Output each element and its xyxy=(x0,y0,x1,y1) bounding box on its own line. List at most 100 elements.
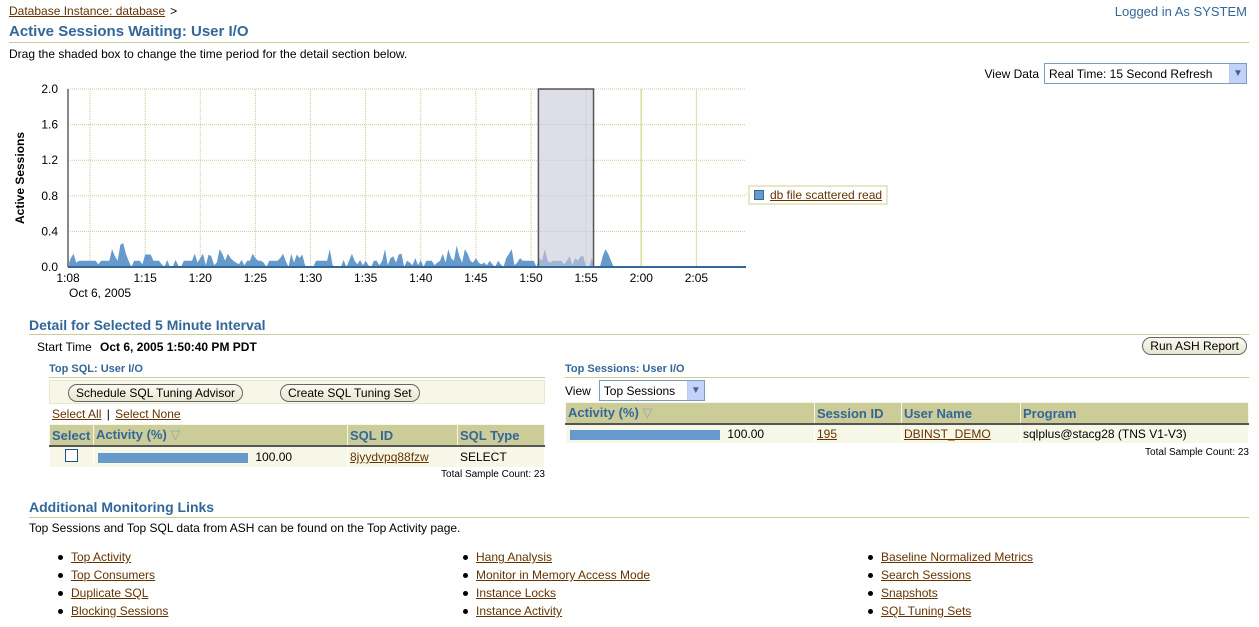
select-links-separator: | xyxy=(106,407,110,421)
top-consumers-link[interactable]: Top Consumers xyxy=(71,568,155,582)
detail-heading: Detail for Selected 5 Minute Interval xyxy=(29,317,266,333)
title-divider xyxy=(9,42,1249,43)
program-cell: sqlplus@stacg28 (TNS V1-V3) xyxy=(1020,423,1249,444)
chart-grid xyxy=(68,88,746,267)
legend-db-file-scattered-read-link[interactable]: db file scattered read xyxy=(770,188,882,202)
y-tick-label: 2.0 xyxy=(41,82,58,96)
x-tick-label: 1:08 xyxy=(56,271,80,285)
col-sql-id[interactable]: SQL ID xyxy=(347,424,458,447)
hang-analysis-link[interactable]: Hang Analysis xyxy=(476,550,552,564)
detail-divider xyxy=(29,334,1249,335)
sort-descending-icon: ▽ xyxy=(170,427,181,442)
y-tick-label: 0.4 xyxy=(41,224,58,238)
x-tick-label: 2:00 xyxy=(630,271,654,285)
time-selection-box[interactable] xyxy=(537,88,595,268)
chart-selection xyxy=(537,88,595,268)
activity-cell: 100.00 xyxy=(565,423,815,444)
area-db-file-scattered-read xyxy=(68,243,711,267)
col-activity[interactable]: Activity (%) ▽ xyxy=(565,402,815,425)
top-sessions-heading: Top Sessions: User I/O xyxy=(565,363,685,375)
sql-tuning-sets-link[interactable]: SQL Tuning Sets xyxy=(881,604,971,618)
session-id-link[interactable]: 195 xyxy=(817,427,837,441)
top-sessions-view-select[interactable]: Top Sessions ▼ xyxy=(598,380,705,401)
start-time: Start Time Oct 6, 2005 1:50:40 PM PDT xyxy=(37,340,257,354)
bullet-icon xyxy=(868,572,873,578)
page-title: Active Sessions Waiting: User I/O xyxy=(9,23,249,40)
user-name-cell: DBINST_DEMO xyxy=(901,423,1021,444)
baseline-normalized-metrics-link[interactable]: Baseline Normalized Metrics xyxy=(881,550,1033,564)
chart-axes xyxy=(67,89,752,268)
blocking-sessions-link[interactable]: Blocking Sessions xyxy=(71,604,168,618)
top-sql-toolbar: Schedule SQL Tuning Advisor Create SQL T… xyxy=(49,380,545,404)
x-tick-label: 1:45 xyxy=(464,271,488,285)
top-sessions-header-row: Activity (%) ▽ Session ID User Name Prog… xyxy=(565,402,1249,425)
list-item: Duplicate SQL xyxy=(58,584,168,602)
list-item: Search Sessions xyxy=(868,566,1033,584)
schedule-sql-tuning-advisor-button[interactable]: Schedule SQL Tuning Advisor xyxy=(68,384,243,402)
view-selected: Top Sessions xyxy=(603,383,676,398)
select-all-link[interactable]: Select All xyxy=(52,407,101,421)
activity-bar xyxy=(98,452,248,463)
top-sql-table: Select Activity (%) ▽ SQL ID SQL Type 10… xyxy=(49,424,545,468)
x-tick-label: 1:30 xyxy=(299,271,323,285)
duplicate-sql-link[interactable]: Duplicate SQL xyxy=(71,586,148,600)
chart-legend: db file scattered read xyxy=(748,185,889,205)
list-item: Top Activity xyxy=(58,548,168,566)
instance-locks-link[interactable]: Instance Locks xyxy=(476,586,556,600)
x-tick-label: 1:50 xyxy=(519,271,543,285)
create-sql-tuning-set-button[interactable]: Create SQL Tuning Set xyxy=(280,384,420,402)
sql-id-link[interactable]: 8jyydvpq88fzw xyxy=(350,450,429,464)
top-activity-link[interactable]: Top Activity xyxy=(71,550,131,564)
view-data-select[interactable]: Real Time: 15 Second Refresh ▼ xyxy=(1044,63,1247,84)
list-item: Blocking Sessions xyxy=(58,602,168,620)
legend-swatch xyxy=(754,190,764,200)
top-sql-divider xyxy=(49,377,545,378)
run-ash-report-button[interactable]: Run ASH Report xyxy=(1142,337,1247,355)
bullet-icon xyxy=(463,572,468,578)
monitoring-heading: Additional Monitoring Links xyxy=(29,499,215,515)
search-sessions-link[interactable]: Search Sessions xyxy=(881,568,971,582)
x-tick-label: 1:15 xyxy=(133,271,157,285)
activity-cell: 100.00 xyxy=(93,445,348,468)
sql-id-cell: 8jyydvpq88fzw xyxy=(347,445,458,468)
top-sql-heading: Top SQL: User I/O xyxy=(49,363,143,375)
instructions-text: Drag the shaded box to change the time p… xyxy=(9,47,408,61)
col-user-name[interactable]: User Name xyxy=(901,402,1021,425)
activity-bar xyxy=(570,429,720,440)
select-cell xyxy=(49,445,94,468)
bullet-icon xyxy=(868,590,873,596)
col-sql-type[interactable]: SQL Type xyxy=(457,424,545,447)
sql-type-cell: SELECT xyxy=(457,445,545,468)
col-program[interactable]: Program xyxy=(1020,402,1249,425)
chevron-down-icon[interactable]: ▼ xyxy=(686,381,704,400)
x-tick-label: 1:55 xyxy=(574,271,598,285)
row-checkbox[interactable] xyxy=(65,449,78,462)
monitoring-description: Top Sessions and Top SQL data from ASH c… xyxy=(29,521,461,535)
list-item: Top Consumers xyxy=(58,566,168,584)
table-row: 100.00 195 DBINST_DEMO sqlplus@stacg28 (… xyxy=(565,423,1249,444)
chevron-down-icon[interactable]: ▼ xyxy=(1229,64,1246,83)
list-item: Instance Locks xyxy=(463,584,650,602)
monitoring-divider xyxy=(29,517,1249,518)
monitoring-links-col2: Hang Analysis Monitor in Memory Access M… xyxy=(463,548,650,620)
list-item: Instance Activity xyxy=(463,602,650,620)
bullet-icon xyxy=(868,554,873,560)
top-sessions-view: View Top Sessions ▼ xyxy=(565,380,705,401)
x-tick-label: 1:40 xyxy=(409,271,433,285)
user-name-link[interactable]: DBINST_DEMO xyxy=(904,427,991,441)
col-session-id[interactable]: Session ID xyxy=(814,402,902,425)
monitor-memory-access-link[interactable]: Monitor in Memory Access Mode xyxy=(476,568,650,582)
col-activity[interactable]: Activity (%) ▽ xyxy=(93,424,348,447)
top-sql-total: Total Sample Count: 23 xyxy=(441,469,545,480)
select-none-link[interactable]: Select None xyxy=(115,407,180,421)
instance-activity-link[interactable]: Instance Activity xyxy=(476,604,562,618)
bullet-icon xyxy=(58,590,63,596)
list-item: SQL Tuning Sets xyxy=(868,602,1033,620)
x-tick-label: 1:20 xyxy=(189,271,213,285)
activity-value: 100.00 xyxy=(727,427,765,441)
col-select: Select xyxy=(49,424,94,447)
monitoring-links-col1: Top Activity Top Consumers Duplicate SQL… xyxy=(58,548,168,620)
snapshots-link[interactable]: Snapshots xyxy=(881,586,938,600)
x-tick-label: 2:05 xyxy=(685,271,709,285)
breadcrumb-database-instance-link[interactable]: Database Instance: database xyxy=(9,4,165,18)
